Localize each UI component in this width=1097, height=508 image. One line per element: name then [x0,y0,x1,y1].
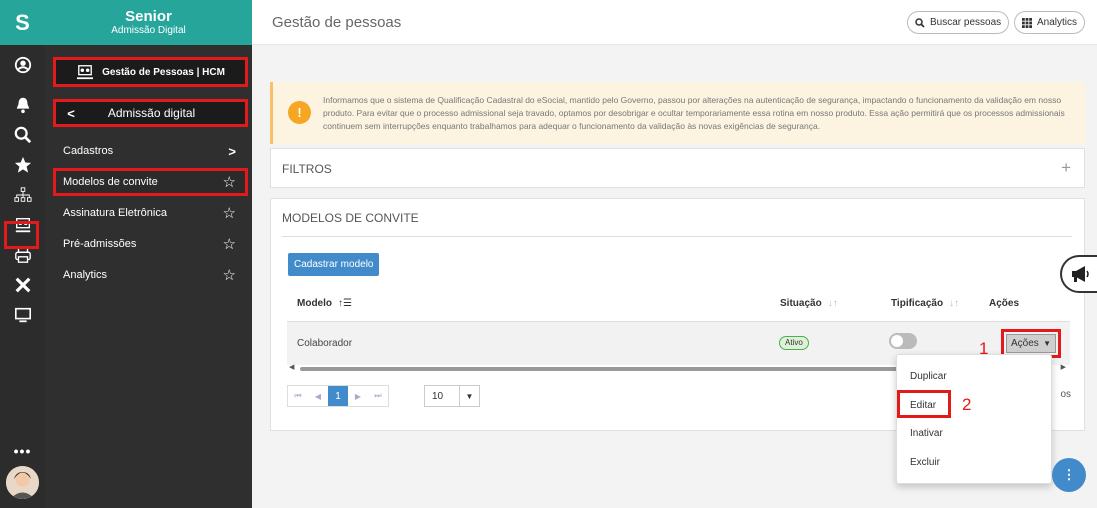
filters-title: FILTROS [282,162,332,176]
search-people-button[interactable]: Buscar pessoas [907,11,1010,34]
analytics-label: Analytics [1037,17,1078,28]
search-people-label: Buscar pessoas [930,17,1002,28]
chevron-left-icon: < [67,105,75,121]
menu-item-inativar[interactable]: Inativar [910,428,943,439]
column-header-situacao[interactable]: Situação ↓↑ [780,298,838,309]
grid-icon [1022,17,1032,28]
star-outline-icon[interactable]: ☆ [223,268,236,283]
column-label: Ações [989,298,1020,309]
megaphone-icon[interactable] [1060,255,1097,293]
menu-item-label: Cadastros [63,145,114,157]
actions-dropdown-menu: Duplicar Editar Inativar Excluir 2 [896,354,1052,484]
column-label: Modelo [297,298,332,309]
brand-subtitle: Admissão Digital [111,25,186,36]
menu-item-duplicar[interactable]: Duplicar [910,371,947,382]
filters-panel[interactable]: FILTROS + [270,148,1085,188]
caret-down-icon: ▼ [459,386,479,406]
actions-label: Ações [1011,338,1039,349]
alert-message: Informamos que o sistema de Qualificação… [323,95,1065,131]
star-outline-icon[interactable]: ☆ [223,206,236,221]
more-icon[interactable]: ••• [0,443,45,459]
menu-item-label: Analytics [63,269,108,281]
annotation-number-2: 2 [962,395,972,414]
menu-item-editar[interactable]: Editar [910,400,936,411]
module-back-button[interactable]: < Admissão digital [53,99,248,127]
hcm-section-header[interactable]: Gestão de Pessoas | HCM [53,57,248,87]
menu-item-cadastros[interactable]: Cadastros > [53,137,248,165]
menu-item-label: Pré-admissões [63,238,137,250]
user-circle-icon[interactable] [0,50,45,80]
senior-logo-icon[interactable]: S [0,0,45,45]
close-x-icon[interactable] [0,270,45,300]
divider [282,236,1072,237]
search-icon [915,17,925,28]
search-icon[interactable] [0,120,45,150]
side-menu: Senior Admissão Digital Gestão de Pessoa… [45,0,252,508]
column-label: Tipificação [891,298,944,309]
icon-rail: S ••• [0,0,45,508]
page-size-select[interactable]: 10 ▼ [424,385,480,407]
column-header-acoes: Ações [989,298,1019,309]
expand-plus-icon[interactable]: + [1061,158,1071,178]
add-model-button[interactable]: Cadastrar modelo [288,253,380,276]
hcm-people-icon [77,65,94,80]
star-outline-icon[interactable]: ☆ [223,175,236,190]
page-1-button[interactable]: 1 [328,386,348,406]
brand-header[interactable]: Senior Admissão Digital [45,0,252,45]
menu-item-pre-admissoes[interactable]: Pré-admissões ☆ [53,230,248,258]
column-label: Situação [780,298,822,309]
models-title: MODELOS DE CONVITE [282,211,419,225]
records-info: os [1060,389,1071,400]
caret-down-icon: ▼ [1043,339,1051,348]
column-header-modelo[interactable]: Modelo ↑☰ [297,298,352,309]
pagination: ⏮ ◀ 1 ▶ ⏭ [287,385,389,407]
sort-icon[interactable]: ↓↑ [949,298,959,309]
page-size-value: 10 [432,390,444,402]
analytics-button[interactable]: Analytics [1014,11,1086,34]
avatar[interactable] [6,466,39,499]
last-page-button[interactable]: ⏭ [368,386,388,406]
menu-item-excluir[interactable]: Excluir [910,457,940,468]
sort-asc-icon[interactable]: ↑☰ [338,298,352,309]
warning-alert: ! Informamos que o sistema de Qualificaç… [270,82,1085,144]
menu-item-label: Assinatura Eletrônica [63,207,167,219]
hcm-highlight-box [4,221,39,249]
tipificacao-toggle[interactable] [889,333,917,349]
scroll-left-icon[interactable]: ◀ [289,363,294,371]
actions-dropdown-button[interactable]: Ações ▼ [1006,334,1056,353]
column-header-tipificacao[interactable]: Tipificação ↓↑ [891,298,959,309]
more-vertical-fab-icon[interactable]: ⋮ [1052,458,1086,492]
star-icon[interactable] [0,150,45,180]
prev-page-button[interactable]: ◀ [308,386,328,406]
warning-icon: ! [288,101,311,124]
menu-item-assinatura-eletronica[interactable]: Assinatura Eletrônica ☆ [53,199,248,227]
star-outline-icon[interactable]: ☆ [223,237,236,252]
scroll-right-icon[interactable]: ▶ [1061,363,1066,371]
next-page-button[interactable]: ▶ [348,386,368,406]
hcm-section-label: Gestão de Pessoas | HCM [102,66,225,78]
menu-item-modelos-de-convite[interactable]: Modelos de convite ☆ [53,168,248,196]
sort-icon[interactable]: ↓↑ [828,298,838,309]
page-title: Gestão de pessoas [272,14,402,31]
status-badge: Ativo [779,336,809,350]
menu-item-label: Modelos de convite [63,176,158,188]
scroll-thumb[interactable] [300,367,920,371]
first-page-button[interactable]: ⏮ [288,386,308,406]
top-bar: Gestão de pessoas Buscar pessoas Analyti… [252,0,1097,45]
cell-modelo: Colaborador [297,338,353,349]
bell-icon[interactable] [0,90,45,120]
chevron-right-icon: > [228,143,236,159]
brand-name: Senior [125,8,172,25]
module-label: Admissão digital [107,106,196,120]
monitor-icon[interactable] [0,300,45,330]
org-chart-icon[interactable] [0,180,45,210]
menu-item-analytics[interactable]: Analytics ☆ [53,261,248,289]
